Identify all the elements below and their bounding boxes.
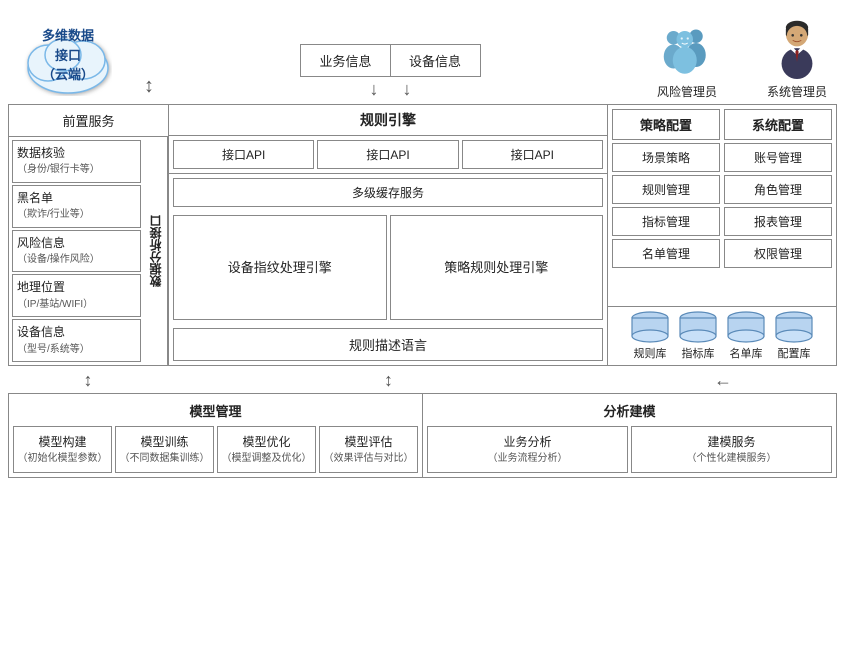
strategy-config-header: 策略配置 (612, 109, 720, 140)
page-container: 多维数据接口 （云端） ↕ 业务信息 设备信息 ↓ ↓ (0, 0, 845, 488)
db-row: 规则库 指标库 名单库 (608, 306, 836, 365)
rule-engine-header: 规则引擎 (169, 105, 607, 136)
model-item-3: 模型优化 （模型调整及优化） (217, 426, 316, 473)
system-item-4: 权限管理 (724, 239, 832, 268)
system-manager-avatar-icon (767, 19, 827, 79)
system-item-3: 报表管理 (724, 207, 832, 236)
rule-engine-section: 规则引擎 接口API 接口API 接口API 多级缓存服务 设备指纹 处理引擎 … (169, 105, 608, 365)
top-row: 多维数据接口 （云端） ↕ 业务信息 设备信息 ↓ ↓ (8, 10, 837, 100)
admin-section: 风险管理员 (647, 19, 837, 100)
rules-db-icon (628, 311, 672, 343)
strategy-item-1: 场景策略 (612, 143, 720, 172)
strategy-item-4: 名单管理 (612, 239, 720, 268)
left-items-container: 数据核验 （身份/银行卡等） 黑名单 （欺诈/行业等） 风险信息 （设备/操作风… (9, 137, 168, 365)
rules-db: 规则库 (628, 311, 672, 361)
info-boxes-row: 业务信息 设备信息 (300, 44, 480, 77)
mgmt-panels: 策略配置 场景策略 规则管理 指标管理 名单管理 系统配置 账号管理 角色管理 … (608, 105, 836, 306)
engines-row: 设备指纹 处理引擎 策略规则 处理引擎 (169, 211, 607, 324)
strategy-config-col: 策略配置 场景策略 规则管理 指标管理 名单管理 (612, 109, 720, 302)
cloud-label: 多维数据接口 （云端） (41, 26, 96, 85)
between-row-arrows: ↕ ↕ ← (8, 370, 837, 391)
right-left-arrow-icon: ← (609, 370, 837, 391)
system-config-header: 系统配置 (724, 109, 832, 140)
index-db-label: 指标库 (682, 345, 715, 361)
model-management-header: 模型管理 (13, 398, 418, 426)
api-box-2: 接口API (317, 140, 458, 169)
info-boxes-section: 业务信息 设备信息 ↓ ↓ (160, 44, 621, 100)
management-right-section: 策略配置 场景策略 规则管理 指标管理 名单管理 系统配置 账号管理 角色管理 … (608, 105, 836, 365)
model-management-section: 模型管理 模型构建 （初始化模型参数） 模型训练 （不同数据集训练） 模型优化 … (9, 394, 423, 477)
data-interface-vertical-label: 数据分析接口 (144, 137, 168, 365)
api-box-3: 接口API (462, 140, 603, 169)
model-item-2: 模型训练 （不同数据集训练） (115, 426, 214, 473)
main-arch-row: 前置服务 数据核验 （身份/银行卡等） 黑名单 （欺诈/行业等） 风险信息 （设… (8, 104, 837, 366)
system-item-1: 账号管理 (724, 143, 832, 172)
api-row: 接口API 接口API 接口API (169, 136, 607, 174)
device-info-box: 设备信息 (391, 44, 481, 77)
config-db-icon (772, 311, 816, 343)
model-item-4: 模型评估 （效果评估与对比） (319, 426, 418, 473)
list-item: 风险信息 （设备/操作风险） (12, 230, 141, 273)
index-db: 指标库 (676, 311, 720, 361)
config-db: 配置库 (772, 311, 816, 361)
strategy-engine-box: 策略规则 处理引擎 (390, 215, 604, 320)
strategy-item-3: 指标管理 (612, 207, 720, 236)
risk-manager-avatar-icon (657, 19, 717, 79)
list-db-label: 名单库 (730, 345, 763, 361)
analysis-item-2: 建模服务 （个性化建模服务） (631, 426, 832, 473)
qianzhi-label: 前置服务 (9, 105, 168, 137)
strategy-item-2: 规则管理 (612, 175, 720, 204)
bottom-row: 模型管理 模型构建 （初始化模型参数） 模型训练 （不同数据集训练） 模型优化 … (8, 393, 837, 478)
business-info-box: 业务信息 (300, 44, 390, 77)
fingerprint-engine-box: 设备指纹 处理引擎 (173, 215, 387, 320)
cloud-section: 多维数据接口 （云端） (8, 10, 128, 100)
cloud-arrow-icon: ↕ (144, 10, 154, 100)
list-item: 黑名单 （欺诈/行业等） (12, 185, 141, 228)
list-item: 地理位置 （IP/基站/WIFI） (12, 274, 141, 317)
left-services-section: 前置服务 数据核验 （身份/银行卡等） 黑名单 （欺诈/行业等） 风险信息 （设… (9, 105, 169, 365)
analysis-modeling-section: 分析建模 业务分析 （业务流程分析） 建模服务 （个性化建模服务） (423, 394, 836, 477)
list-db: 名单库 (724, 311, 768, 361)
system-item-2: 角色管理 (724, 175, 832, 204)
system-config-col: 系统配置 账号管理 角色管理 报表管理 权限管理 (724, 109, 832, 302)
analysis-items-row: 业务分析 （业务流程分析） 建模服务 （个性化建模服务） (427, 426, 832, 473)
list-item: 数据核验 （身份/银行卡等） (12, 140, 141, 183)
analysis-modeling-header: 分析建模 (427, 398, 832, 426)
system-manager: 系统管理员 (757, 19, 837, 100)
config-db-label: 配置库 (778, 345, 811, 361)
down-arrows: ↓ ↓ (370, 79, 412, 100)
model-item-1: 模型构建 （初始化模型参数） (13, 426, 112, 473)
model-items-row: 模型构建 （初始化模型参数） 模型训练 （不同数据集训练） 模型优化 （模型调整… (13, 426, 418, 473)
risk-manager-label: 风险管理员 (657, 83, 717, 100)
rule-desc-box: 规则描述语言 (173, 328, 603, 361)
risk-manager: 风险管理员 (647, 19, 727, 100)
cache-service-box: 多级缓存服务 (173, 178, 603, 207)
index-db-icon (676, 311, 720, 343)
analysis-item-1: 业务分析 （业务流程分析） (427, 426, 628, 473)
system-manager-label: 系统管理员 (767, 83, 827, 100)
list-db-icon (724, 311, 768, 343)
center-bidirectional-arrow-icon: ↕ (168, 370, 609, 391)
rules-db-label: 规则库 (634, 345, 667, 361)
list-item: 设备信息 （型号/系统等） (12, 319, 141, 362)
data-items-list: 数据核验 （身份/银行卡等） 黑名单 （欺诈/行业等） 风险信息 （设备/操作风… (9, 137, 144, 365)
api-box-1: 接口API (173, 140, 314, 169)
left-bidirectional-arrow-icon: ↕ (8, 370, 168, 391)
